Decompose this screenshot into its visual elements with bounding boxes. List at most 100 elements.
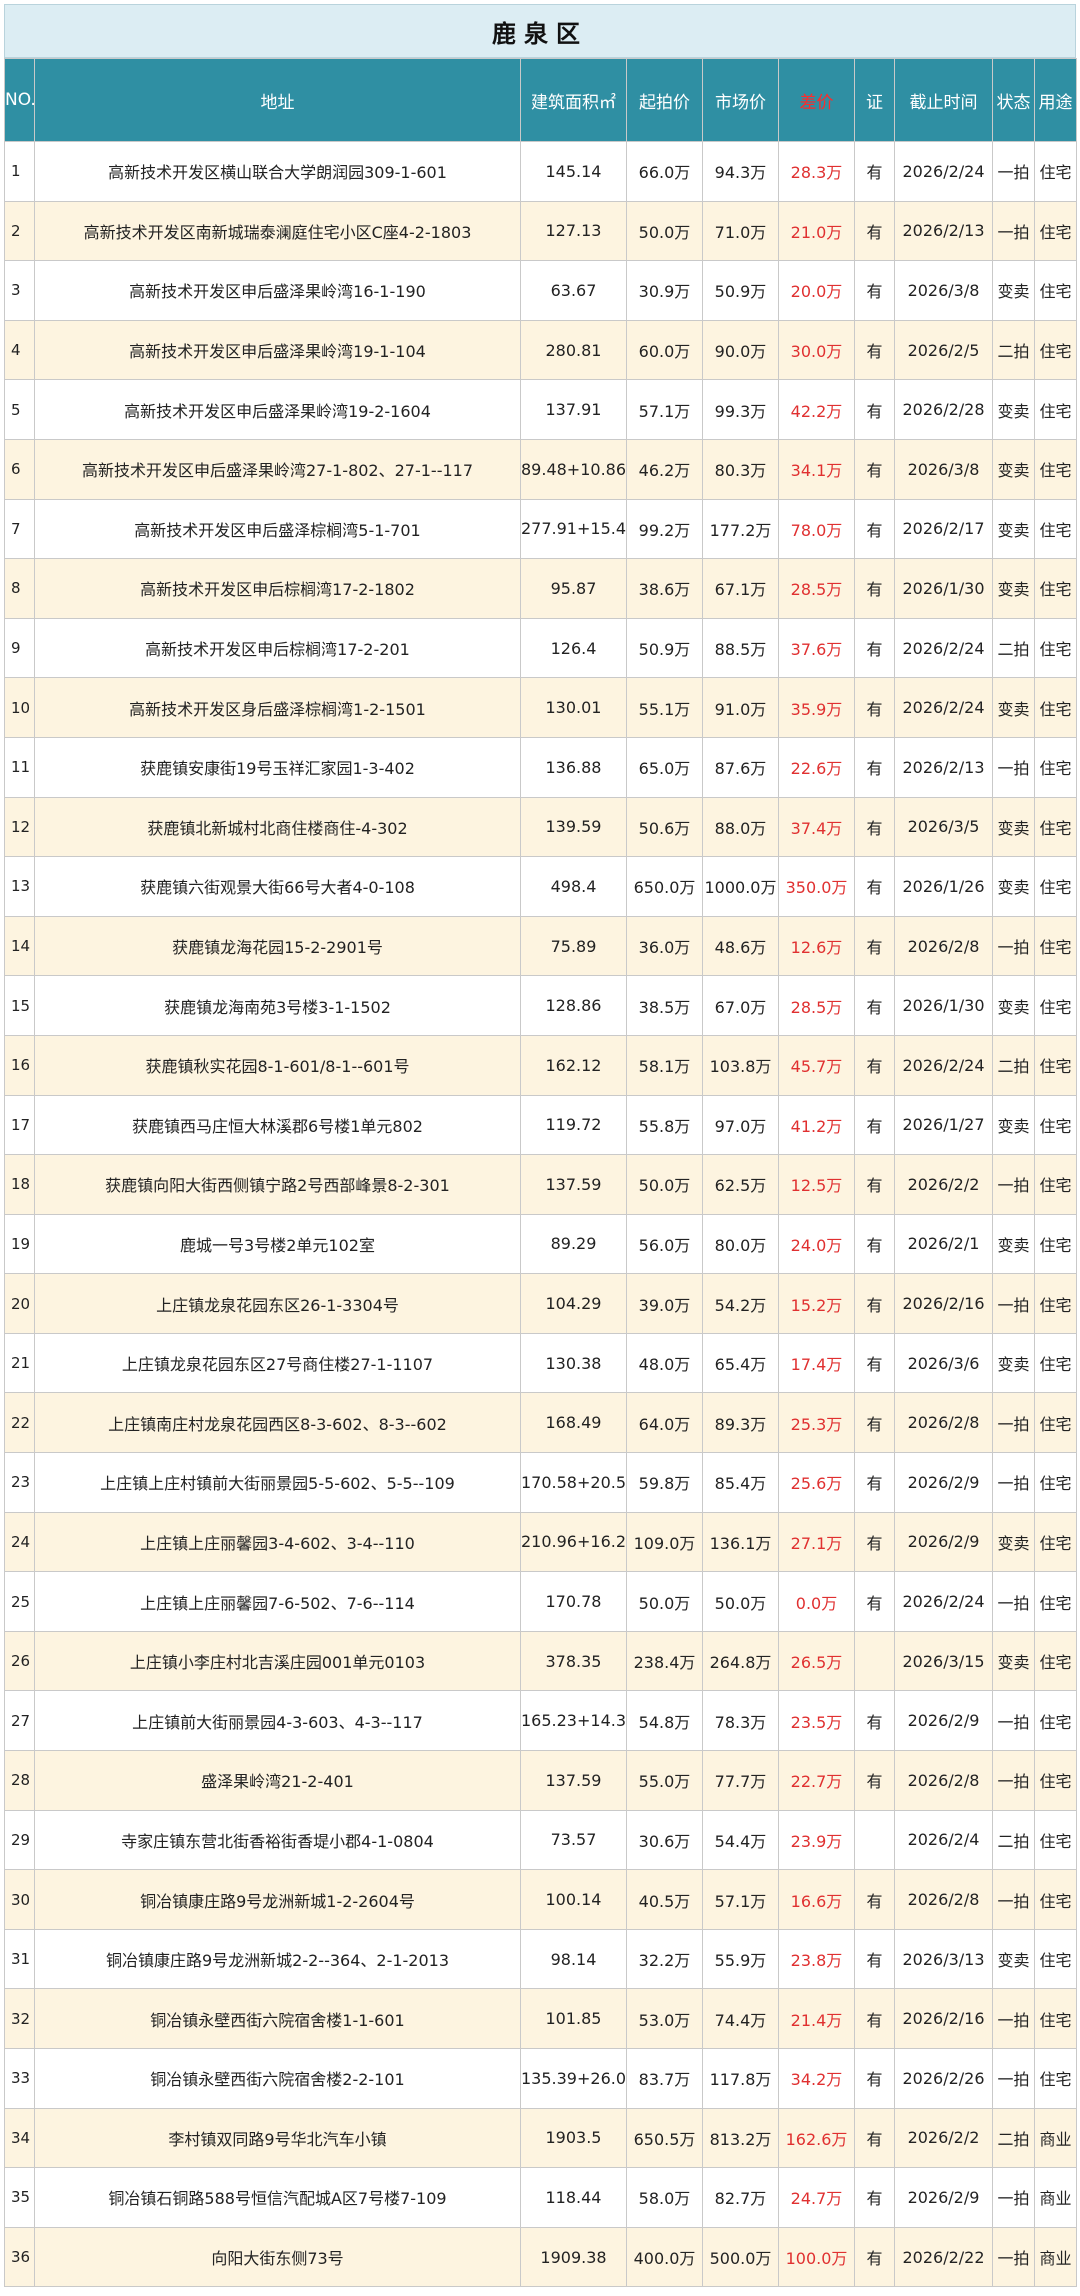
cell-area: 126.4 (520, 617, 627, 679)
cell-certificate: 有 (854, 2048, 895, 2109)
cell-area: 89.29 (520, 1213, 627, 1275)
cell-usage: 住宅 (1034, 1630, 1077, 1692)
table-row: 14 获鹿镇龙海花园15-2-2901号 75.89 36.0万 48.6万 12.6万有… (4, 915, 1077, 977)
cell-certificate: 有 (854, 498, 895, 560)
cell-certificate: 有 (854, 2226, 895, 2288)
cell-usage: 住宅 (1034, 796, 1077, 858)
cell-status: 二拍 (992, 1809, 1035, 1871)
table-row: 20 上庄镇龙泉花园东区26-1-3304号 104.29 39.0万 54.2万 15.… (4, 1273, 1077, 1334)
cell-area: 73.57 (520, 1809, 627, 1871)
cell-price-diff: 0.0万 (778, 1571, 855, 1632)
cell-usage: 住宅 (1034, 2048, 1077, 2109)
cell-start-price: 50.0万 (626, 1154, 703, 1215)
cell-deadline: 2026/1/27 (894, 1094, 993, 1156)
header-start-price: 起拍价 (626, 58, 703, 142)
cell-status: 变卖 (992, 558, 1035, 619)
cell-market-price: 67.1万 (702, 558, 779, 619)
cell-address: 获鹿镇向阳大街西侧镇宁路2号西部峰景8-2-301 (34, 1154, 521, 1215)
cell-start-price: 55.8万 (626, 1094, 703, 1156)
page: 鹿泉区 NO. 地址 建筑面积㎡ 起拍价 市场价 差价 证 截止时间 状态 用途… (0, 0, 1080, 2296)
cell-usage: 住宅 (1034, 200, 1077, 262)
cell-usage: 住宅 (1034, 1750, 1077, 1811)
cell-deadline: 2026/2/16 (894, 1273, 993, 1334)
cell-price-diff: 24.7万 (778, 2167, 855, 2228)
cell-start-price: 50.6万 (626, 796, 703, 858)
cell-certificate: 有 (854, 677, 895, 738)
cell-price-diff: 37.6万 (778, 617, 855, 679)
cell-certificate: 有 (854, 319, 895, 381)
cell-market-price: 1000.0万 (702, 856, 779, 917)
cell-area: 168.49 (520, 1392, 627, 1454)
cell-area: 139.59 (520, 796, 627, 858)
cell-address: 上庄镇龙泉花园东区27号商住楼27-1-1107 (34, 1332, 521, 1394)
header-deadline: 截止时间 (894, 58, 993, 142)
table-row: 26 上庄镇小李庄村北吉溪庄园001单元0103 378.35 238.4万 264.8… (4, 1630, 1077, 1692)
header-no: NO. (4, 58, 35, 142)
cell-price-diff: 12.5万 (778, 1154, 855, 1215)
cell-no: 12 (4, 796, 35, 858)
cell-area: 1903.5 (520, 2107, 627, 2169)
cell-start-price: 56.0万 (626, 1213, 703, 1275)
cell-certificate: 有 (854, 1213, 895, 1275)
cell-no: 32 (4, 1988, 35, 2049)
cell-usage: 住宅 (1034, 1928, 1077, 1990)
cell-status: 一拍 (992, 1750, 1035, 1811)
cell-no: 23 (4, 1452, 35, 1513)
cell-usage: 住宅 (1034, 975, 1077, 1036)
cell-start-price: 38.5万 (626, 975, 703, 1036)
cell-certificate: 有 (854, 1392, 895, 1454)
cell-no: 36 (4, 2226, 35, 2288)
cell-no: 6 (4, 438, 35, 500)
cell-status: 二拍 (992, 2107, 1035, 2169)
cell-no: 27 (4, 1690, 35, 1752)
cell-address: 高新技术开发区申后盛泽果岭湾27-1-802、27-1--117 (34, 438, 521, 500)
cell-usage: 住宅 (1034, 736, 1077, 798)
cell-address: 铜冶镇石铜路588号恒信汽配城A区7号楼7-109 (34, 2167, 521, 2228)
cell-deadline: 2026/2/24 (894, 1571, 993, 1632)
table-row: 27 上庄镇前大街丽景园4-3-603、4-3--117 165.23+14.34 5… (4, 1690, 1077, 1752)
cell-deadline: 2026/3/8 (894, 260, 993, 321)
cell-price-diff: 22.6万 (778, 736, 855, 798)
cell-address: 高新技术开发区横山联合大学朗润园309-1-601 (34, 141, 521, 202)
cell-price-diff: 162.6万 (778, 2107, 855, 2169)
cell-usage: 住宅 (1034, 1511, 1077, 1573)
table-row: 19 鹿城一号3号楼2单元102室 89.29 56.0万 80.0万 24.0万有 202… (4, 1213, 1077, 1275)
table-row: 29 寺家庄镇东营北街香裕街香堤小郡4-1-0804 73.57 30.6万 54.4万… (4, 1809, 1077, 1871)
cell-no: 22 (4, 1392, 35, 1454)
cell-market-price: 813.2万 (702, 2107, 779, 2169)
cell-area: 165.23+14.34 (520, 1690, 627, 1752)
cell-market-price: 94.3万 (702, 141, 779, 202)
cell-deadline: 2026/3/8 (894, 438, 993, 500)
cell-address: 铜冶镇永壁西街六院宿舍楼2-2-101 (34, 2048, 521, 2109)
cell-status: 一拍 (992, 2167, 1035, 2228)
cell-certificate: 有 (854, 2107, 895, 2169)
cell-market-price: 80.3万 (702, 438, 779, 500)
cell-market-price: 88.0万 (702, 796, 779, 858)
cell-price-diff: 41.2万 (778, 1094, 855, 1156)
cell-status: 一拍 (992, 736, 1035, 798)
cell-start-price: 238.4万 (626, 1630, 703, 1692)
table-row: 6 高新技术开发区申后盛泽果岭湾27-1-802、27-1--117 89.48+1… (4, 438, 1077, 500)
cell-start-price: 60.0万 (626, 319, 703, 381)
cell-address: 获鹿镇秋实花园8-1-601/8-1--601号 (34, 1034, 521, 1096)
table-row: 34 李村镇双同路9号华北汽车小镇 1903.5 650.5万 813.2万 162.6万… (4, 2107, 1077, 2169)
cell-usage: 住宅 (1034, 915, 1077, 977)
cell-no: 10 (4, 677, 35, 738)
header-address: 地址 (34, 58, 521, 142)
cell-deadline: 2026/2/28 (894, 379, 993, 440)
table-row: 31 铜冶镇康庄路9号龙洲新城2-2--364、2-1-2013 98.14 32.2… (4, 1928, 1077, 1990)
cell-area: 170.58+20.59 (520, 1452, 627, 1513)
cell-market-price: 89.3万 (702, 1392, 779, 1454)
cell-price-diff: 45.7万 (778, 1034, 855, 1096)
cell-market-price: 77.7万 (702, 1750, 779, 1811)
table-row: 22 上庄镇南庄村龙泉花园西区8-3-602、8-3--602 168.49 64.0… (4, 1392, 1077, 1454)
cell-market-price: 136.1万 (702, 1511, 779, 1573)
cell-address: 铜冶镇永壁西街六院宿舍楼1-1-601 (34, 1988, 521, 2049)
cell-deadline: 2026/2/1 (894, 1213, 993, 1275)
cell-address: 高新技术开发区申后盛泽果岭湾19-1-104 (34, 319, 521, 381)
cell-start-price: 40.5万 (626, 1869, 703, 1930)
cell-price-diff: 25.3万 (778, 1392, 855, 1454)
cell-certificate (854, 1809, 895, 1871)
table-row: 10 高新技术开发区身后盛泽棕榈湾1-2-1501 130.01 55.1万 91.0万… (4, 677, 1077, 738)
cell-deadline: 2026/2/5 (894, 319, 993, 381)
